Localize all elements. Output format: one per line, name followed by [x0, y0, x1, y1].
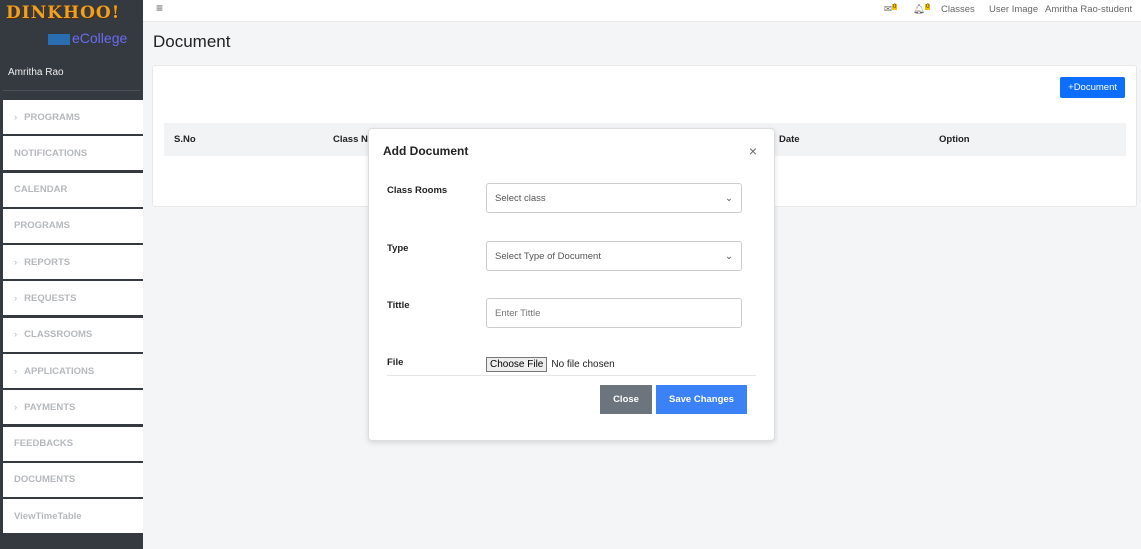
sidebar-item-label: DOCUMENTS: [14, 474, 76, 486]
chevron-right-icon: ›: [14, 256, 18, 268]
sidebar-item-calendar[interactable]: CALENDAR: [3, 172, 143, 207]
close-button[interactable]: Close: [600, 385, 652, 414]
sidebar-menu: › PROGRAMS NOTIFICATIONS CALENDAR PROGRAMS › R…: [3, 100, 143, 536]
sidebar-item-viewtimetable[interactable]: ViewTimeTable: [3, 499, 143, 534]
sidebar-item-label: ViewTimeTable: [14, 510, 82, 522]
ecollege-text: eCollege: [72, 30, 128, 46]
sidebar-item-requests[interactable]: › REQUESTS: [3, 281, 143, 316]
type-label: Type: [387, 243, 409, 254]
chevron-right-icon: ›: [14, 111, 18, 123]
bell-badge: 0: [925, 4, 931, 10]
file-input: Choose File No file chosen: [486, 357, 615, 372]
close-icon[interactable]: ×: [749, 143, 757, 159]
save-changes-button[interactable]: Save Changes: [656, 385, 747, 414]
class-rooms-label: Class Rooms: [387, 185, 448, 196]
sidebar-item-feedbacks[interactable]: FEEDBACKS: [3, 426, 143, 461]
chevron-right-icon: ›: [14, 401, 18, 413]
logo: DINKHOO!: [6, 3, 121, 23]
column-class: Class N: [333, 134, 368, 145]
sidebar-item-reports[interactable]: › REPORTS: [3, 245, 143, 280]
add-document-modal: Add Document × Class Rooms Select class ⌄…: [368, 128, 775, 441]
sidebar-user-name: Amritha Rao: [8, 67, 64, 78]
column-option: Option: [939, 134, 970, 145]
sidebar: DINKHOO! eCollege Amritha Rao › PROGRAMS N…: [0, 0, 143, 549]
sidebar-item-notifications[interactable]: NOTIFICATIONS: [3, 136, 143, 171]
file-status: No file chosen: [551, 359, 615, 370]
title-input[interactable]: [486, 298, 742, 328]
sidebar-item-label: PAYMENTS: [24, 401, 76, 413]
graduation-cap-icon: [48, 33, 70, 45]
bell-icon[interactable]: 🔔︎0: [913, 4, 931, 15]
column-sno: S.No: [174, 134, 196, 145]
sidebar-item-programs[interactable]: PROGRAMS: [3, 208, 143, 243]
sidebar-item-programs[interactable]: › PROGRAMS: [3, 100, 143, 134]
hamburger-menu-icon[interactable]: ≡: [156, 1, 163, 15]
file-label: File: [387, 357, 404, 368]
divider: [387, 375, 756, 376]
sidebar-item-label: REPORTS: [24, 256, 71, 268]
chevron-right-icon: ›: [14, 292, 18, 304]
chevron-right-icon: ›: [14, 329, 18, 341]
chevron-down-icon: ⌄: [725, 250, 733, 262]
choose-file-button[interactable]: Choose File: [486, 357, 548, 372]
sidebar-item-label: APPLICATIONS: [24, 365, 95, 377]
mail-icon[interactable]: ✉0: [884, 4, 898, 15]
title-label: Tittle: [387, 300, 410, 311]
topbar: ≡ ✉0 🔔︎0 Classes User Image Amritha Rao-…: [143, 0, 1141, 22]
add-document-button[interactable]: +Document: [1060, 77, 1125, 98]
modal-title: Add Document: [383, 144, 469, 158]
sidebar-item-label: CALENDAR: [14, 184, 68, 196]
classes-link[interactable]: Classes: [941, 4, 975, 15]
sidebar-item-label: NOTIFICATIONS: [14, 147, 88, 159]
ecollege-logo: eCollege: [48, 30, 127, 46]
mail-badge: 0: [891, 4, 898, 10]
sidebar-item-label: FEEDBACKS: [14, 438, 74, 450]
chevron-down-icon: ⌄: [725, 192, 733, 204]
type-select-value: Select Type of Document: [495, 250, 601, 262]
page-title: Document: [153, 32, 231, 51]
column-date: Date: [779, 134, 800, 145]
sidebar-item-label: REQUESTS: [24, 292, 77, 304]
sidebar-item-label: PROGRAMS: [24, 111, 81, 123]
sidebar-item-label: CLASSROOMS: [24, 329, 93, 341]
sidebar-item-classrooms[interactable]: › CLASSROOMS: [3, 317, 143, 352]
user-image[interactable]: User Image: [989, 4, 1038, 15]
class-select[interactable]: Select class ⌄: [486, 183, 742, 213]
sidebar-item-documents[interactable]: DOCUMENTS: [3, 462, 143, 497]
sidebar-item-applications[interactable]: › APPLICATIONS: [3, 354, 143, 389]
divider: [3, 90, 140, 91]
type-select[interactable]: Select Type of Document ⌄: [486, 241, 742, 271]
user-name[interactable]: Amritha Rao-student: [1045, 4, 1132, 15]
sidebar-item-label: PROGRAMS: [14, 220, 70, 232]
chevron-right-icon: ›: [14, 365, 18, 377]
sidebar-item-payments[interactable]: › PAYMENTS: [3, 390, 143, 425]
class-select-value: Select class: [495, 192, 546, 204]
